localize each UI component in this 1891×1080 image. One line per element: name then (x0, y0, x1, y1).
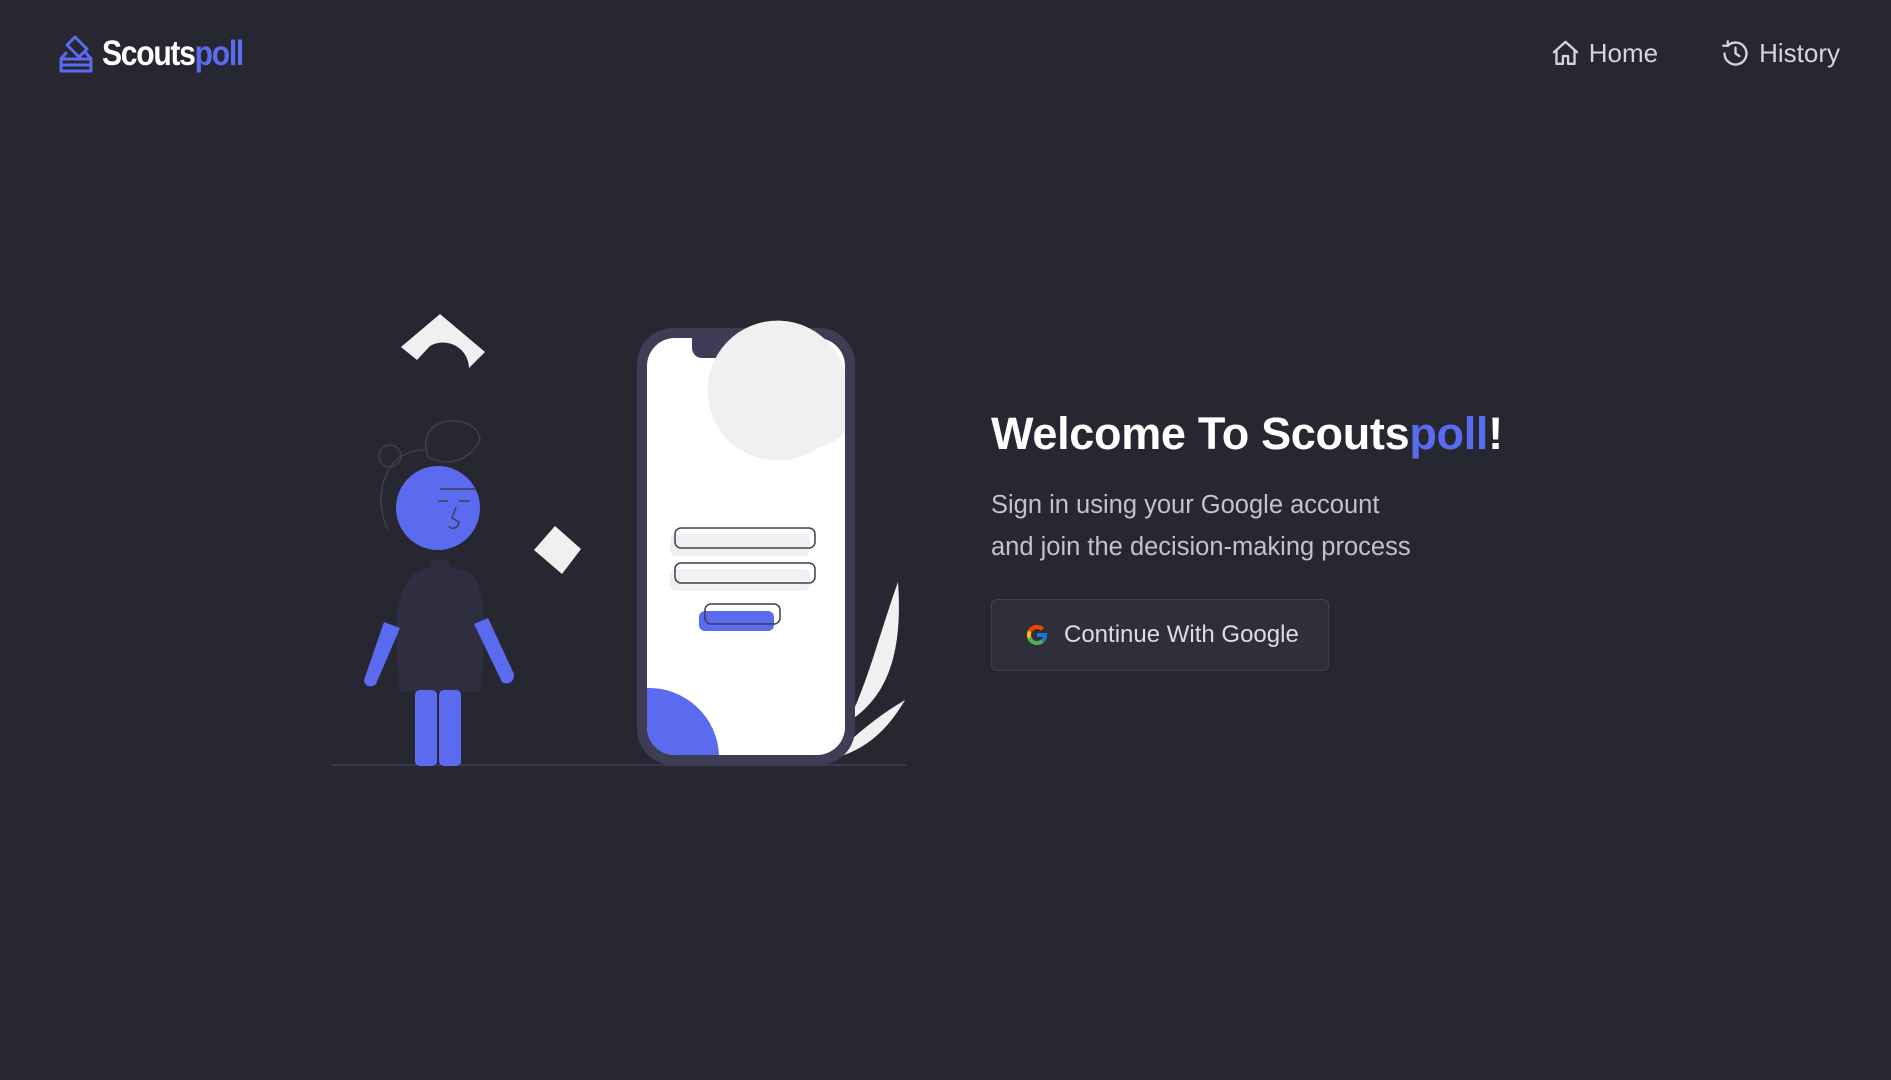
ballot-box-icon (59, 35, 93, 73)
nav-history-label: History (1759, 38, 1840, 68)
welcome-subtitle-line2: and join the decision-making process (991, 533, 1411, 561)
nav-home-link[interactable]: Home (1550, 36, 1658, 70)
continue-with-google-label: Continue With Google (1064, 621, 1299, 648)
brand-logo-link[interactable]: Scoutspoll (58, 34, 266, 74)
welcome-subtitle: Sign in using your Google account and jo… (991, 484, 1751, 568)
google-icon (1027, 625, 1048, 645)
welcome-heading-accent: poll (1409, 408, 1489, 459)
main-nav: Home History (1550, 36, 1840, 70)
top-navbar: Scoutspoll Home History (0, 0, 1891, 108)
nav-history-link[interactable]: History (1720, 36, 1840, 70)
brand-name-part2: poll (194, 34, 245, 73)
brand-name-part1: Scouts (102, 34, 196, 73)
brand-name: Scoutspoll (102, 34, 245, 74)
nav-home-label: Home (1588, 38, 1659, 68)
home-icon (1552, 40, 1579, 65)
welcome-subtitle-line1: Sign in using your Google account (991, 491, 1380, 519)
welcome-heading-prefix: Welcome To Scouts (991, 408, 1410, 459)
welcome-heading-suffix: ! (1488, 408, 1503, 459)
person-with-phone-login-illustration (331, 314, 906, 766)
welcome-heading: Welcome To Scoutspoll! (991, 404, 1751, 464)
continue-with-google-button[interactable]: Continue With Google (991, 599, 1329, 671)
welcome-section: Welcome To Scoutspoll! Sign in using you… (991, 404, 1751, 671)
history-icon (1722, 39, 1748, 66)
